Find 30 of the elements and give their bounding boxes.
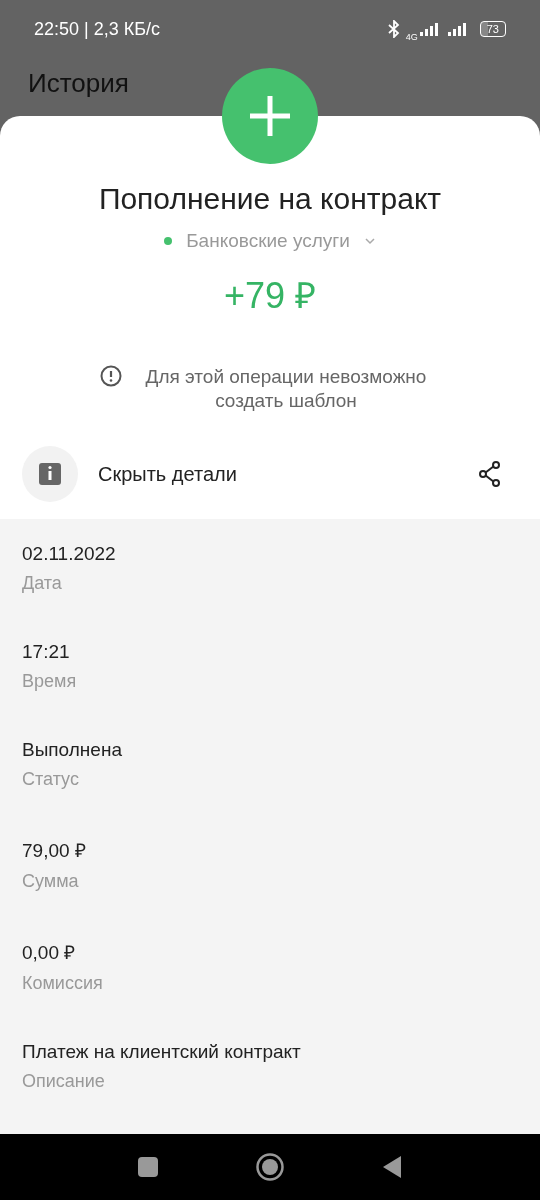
operation-amount: +79 ₽ [223, 274, 317, 318]
detail-value: Платеж на клиентский контракт [22, 1041, 302, 1063]
page-title: История [28, 68, 129, 98]
bluetooth-icon [387, 20, 400, 38]
detail-value: 17:21 [22, 641, 71, 663]
warning-icon [100, 365, 122, 387]
chevron-down-icon [363, 237, 376, 245]
detail-value: 02.11.2022 [22, 543, 117, 565]
detail-label: Дата [22, 573, 63, 594]
detail-value: Выполнена [22, 739, 123, 761]
status-dot-icon [164, 237, 173, 245]
detail-label: Время [22, 671, 78, 692]
detail-value: 79,00 ₽ [22, 839, 87, 863]
home-icon[interactable] [256, 1153, 284, 1181]
detail-label: Комиссия [22, 973, 104, 994]
notice-text: Для этой операции невозможно создать шаблон [144, 365, 428, 413]
hide-details-button[interactable]: Скрыть детали [78, 462, 478, 486]
info-icon [22, 446, 78, 502]
share-icon[interactable] [478, 461, 502, 487]
operation-title: Пополнение на контракт [98, 182, 442, 216]
detail-label: Статус [22, 769, 80, 790]
detail-value: 0,00 ₽ [22, 941, 77, 965]
back-icon[interactable] [382, 1155, 402, 1179]
detail-label: Описание [22, 1071, 106, 1092]
status-time: 22:50 | 2,3 КБ/с [34, 18, 161, 40]
detail-label: Сумма [22, 871, 80, 892]
battery-indicator: 73 [479, 21, 506, 37]
recents-icon[interactable] [138, 1157, 158, 1177]
network-type: 4G [405, 32, 418, 42]
category-label: Банковские услуги [186, 230, 350, 252]
